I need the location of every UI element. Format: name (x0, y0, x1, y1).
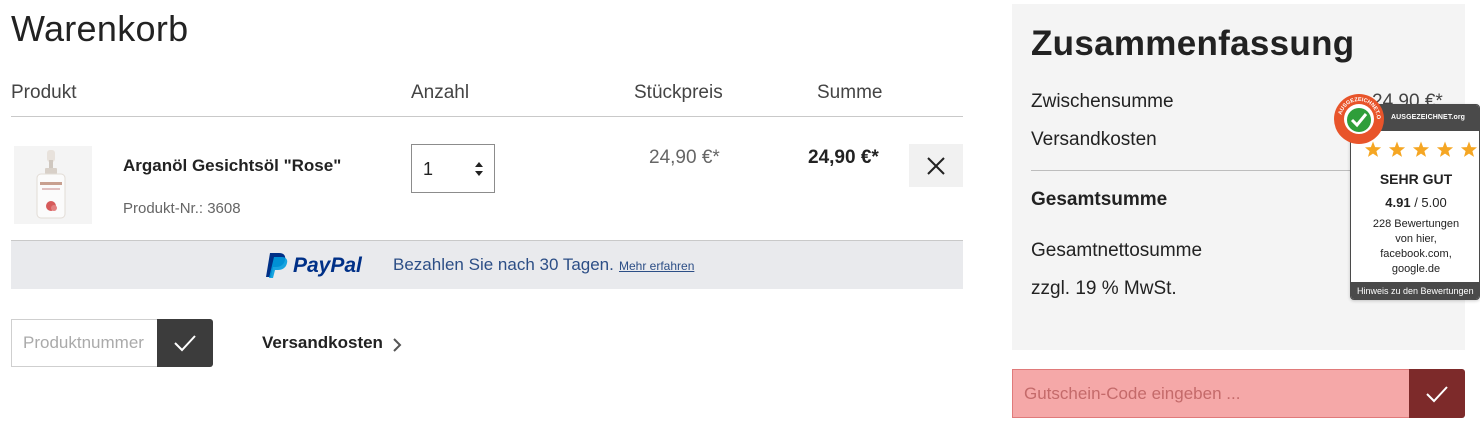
product-number: Produkt-Nr.: 3608 (123, 200, 241, 217)
redeem-coupon-button[interactable] (1409, 369, 1465, 418)
up-down-arrows-icon (475, 162, 483, 176)
summary-title: Zusammenfassung (1031, 24, 1355, 63)
remove-item-button[interactable] (909, 144, 963, 187)
vat-label: zzgl. 19 % MwSt. (1031, 278, 1177, 299)
checkmark-icon (1426, 385, 1448, 402)
rating-info-link[interactable]: Hinweis zu den Bewertungen (1357, 286, 1474, 296)
grand-total-label: Gesamtsumme (1031, 189, 1168, 210)
award-seal-icon[interactable]: AUSGEZEICHNET.ORG (1333, 93, 1385, 145)
unit-price: 24,90 €* (649, 147, 720, 168)
star-icon (1388, 141, 1406, 157)
column-header-quantity: Anzahl (411, 82, 470, 103)
product-image[interactable] (14, 146, 92, 224)
product-name[interactable]: Arganöl Gesichtsöl "Rose" (123, 156, 341, 176)
column-header-unit-price: Stückpreis (634, 82, 723, 103)
add-product-button[interactable] (157, 319, 213, 367)
rating-score-value: 4.91 (1385, 195, 1411, 210)
quantity-select[interactable]: 1 (411, 144, 495, 193)
star-icon (1436, 141, 1454, 157)
rating-reviews-line: 228 Bewertungen (1372, 218, 1460, 230)
column-header-total: Summe (817, 82, 883, 103)
shipping-label: Versandkosten (1031, 129, 1157, 150)
page-title: Warenkorb (11, 8, 189, 49)
rating-reviews-line: google.de (1391, 263, 1441, 275)
close-icon (927, 156, 945, 175)
serum-bottle-icon (36, 150, 66, 219)
rating-score: 4.91 / 5.00 (1351, 195, 1479, 210)
checkmark-icon (174, 335, 196, 352)
rating-brand: AUSGEZEICHNET.org (1391, 114, 1466, 121)
subtotal-label: Zwischensumme (1031, 91, 1174, 112)
rating-widget-footer[interactable]: Hinweis zu den Bewertungen (1351, 282, 1479, 299)
paypal-message: Bezahlen Sie nach 30 Tagen. (393, 255, 614, 274)
quantity-value: 1 (423, 159, 434, 179)
rating-verdict: SEHR GUT (1379, 171, 1453, 187)
paypal-logo-text: PayPal (293, 254, 363, 277)
paypal-learn-more-link[interactable]: Mehr erfahren (619, 259, 694, 273)
coupon-code-input[interactable] (1012, 369, 1409, 418)
star-icon (1460, 141, 1477, 157)
header-divider (11, 116, 963, 117)
rating-reviews-line: facebook.com, (1380, 248, 1452, 260)
chevron-right-icon[interactable] (392, 337, 402, 353)
paypal-logo-icon: PayPal (266, 253, 363, 278)
column-header-product: Produkt (11, 82, 77, 103)
shipping-costs-link[interactable]: Versandkosten (262, 333, 383, 353)
rating-reviews-line: von hier, (1395, 233, 1437, 245)
net-total-label: Gesamtnettosumme (1031, 240, 1203, 261)
rating-score-max: / 5.00 (1414, 195, 1447, 210)
line-total: 24,90 €* (808, 147, 879, 168)
product-number-input[interactable] (11, 319, 157, 367)
rating-review-count: 228 Bewertungen von hier, facebook.com, … (1361, 217, 1471, 277)
star-icon (1412, 141, 1430, 157)
paypal-banner: PayPal Bezahlen Sie nach 30 Tagen. Mehr … (11, 240, 963, 289)
